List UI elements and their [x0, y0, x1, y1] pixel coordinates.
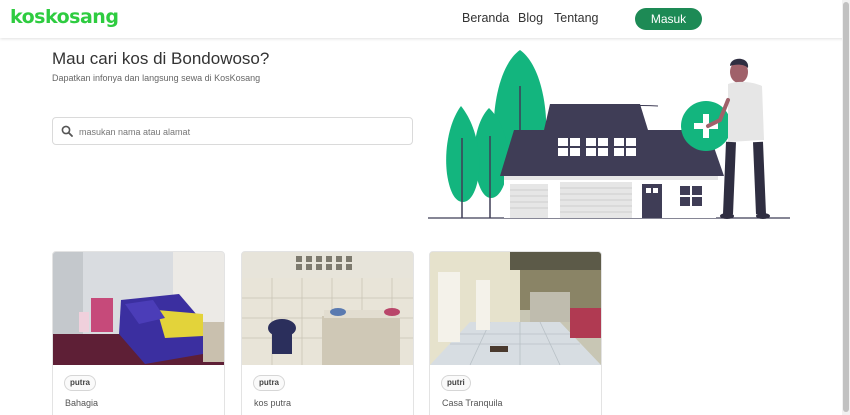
corridor-photo	[430, 252, 601, 365]
page-subtitle: Dapatkan infonya dan langsung sewa di Ko…	[52, 73, 261, 83]
type-badge: putri	[441, 375, 471, 391]
search-box[interactable]	[52, 117, 413, 145]
brand-logo[interactable]: koskosang	[10, 6, 119, 28]
listing-card-1[interactable]: putra Bahagia	[52, 251, 225, 415]
listing-name: kos putra	[254, 398, 292, 408]
type-badge: putra	[253, 375, 285, 391]
type-badge: putra	[64, 375, 96, 391]
house-illustration	[428, 50, 790, 219]
nav-link-beranda[interactable]: Beranda	[462, 11, 509, 25]
page-scrollbar[interactable]	[842, 0, 850, 415]
listing-name: Bahagia	[65, 398, 99, 408]
page-title: Mau cari kos di Bondowoso?	[52, 49, 270, 68]
listing-card-3[interactable]: putri Casa Tranquila	[429, 251, 602, 415]
navbar: koskosang Beranda Blog Tentang Masuk	[0, 0, 850, 38]
bathroom-photo	[242, 252, 413, 365]
room-photo	[53, 252, 224, 365]
search-input[interactable]	[79, 122, 399, 142]
nav-link-tentang[interactable]: Tentang	[554, 11, 598, 25]
scrollbar-thumb[interactable]	[843, 2, 849, 412]
listing-card-2[interactable]: putra kos putra	[241, 251, 414, 415]
nav-link-blog[interactable]: Blog	[518, 11, 543, 25]
search-icon	[61, 125, 73, 137]
login-button[interactable]: Masuk	[635, 8, 702, 30]
listing-name: Casa Tranquila	[442, 398, 503, 408]
